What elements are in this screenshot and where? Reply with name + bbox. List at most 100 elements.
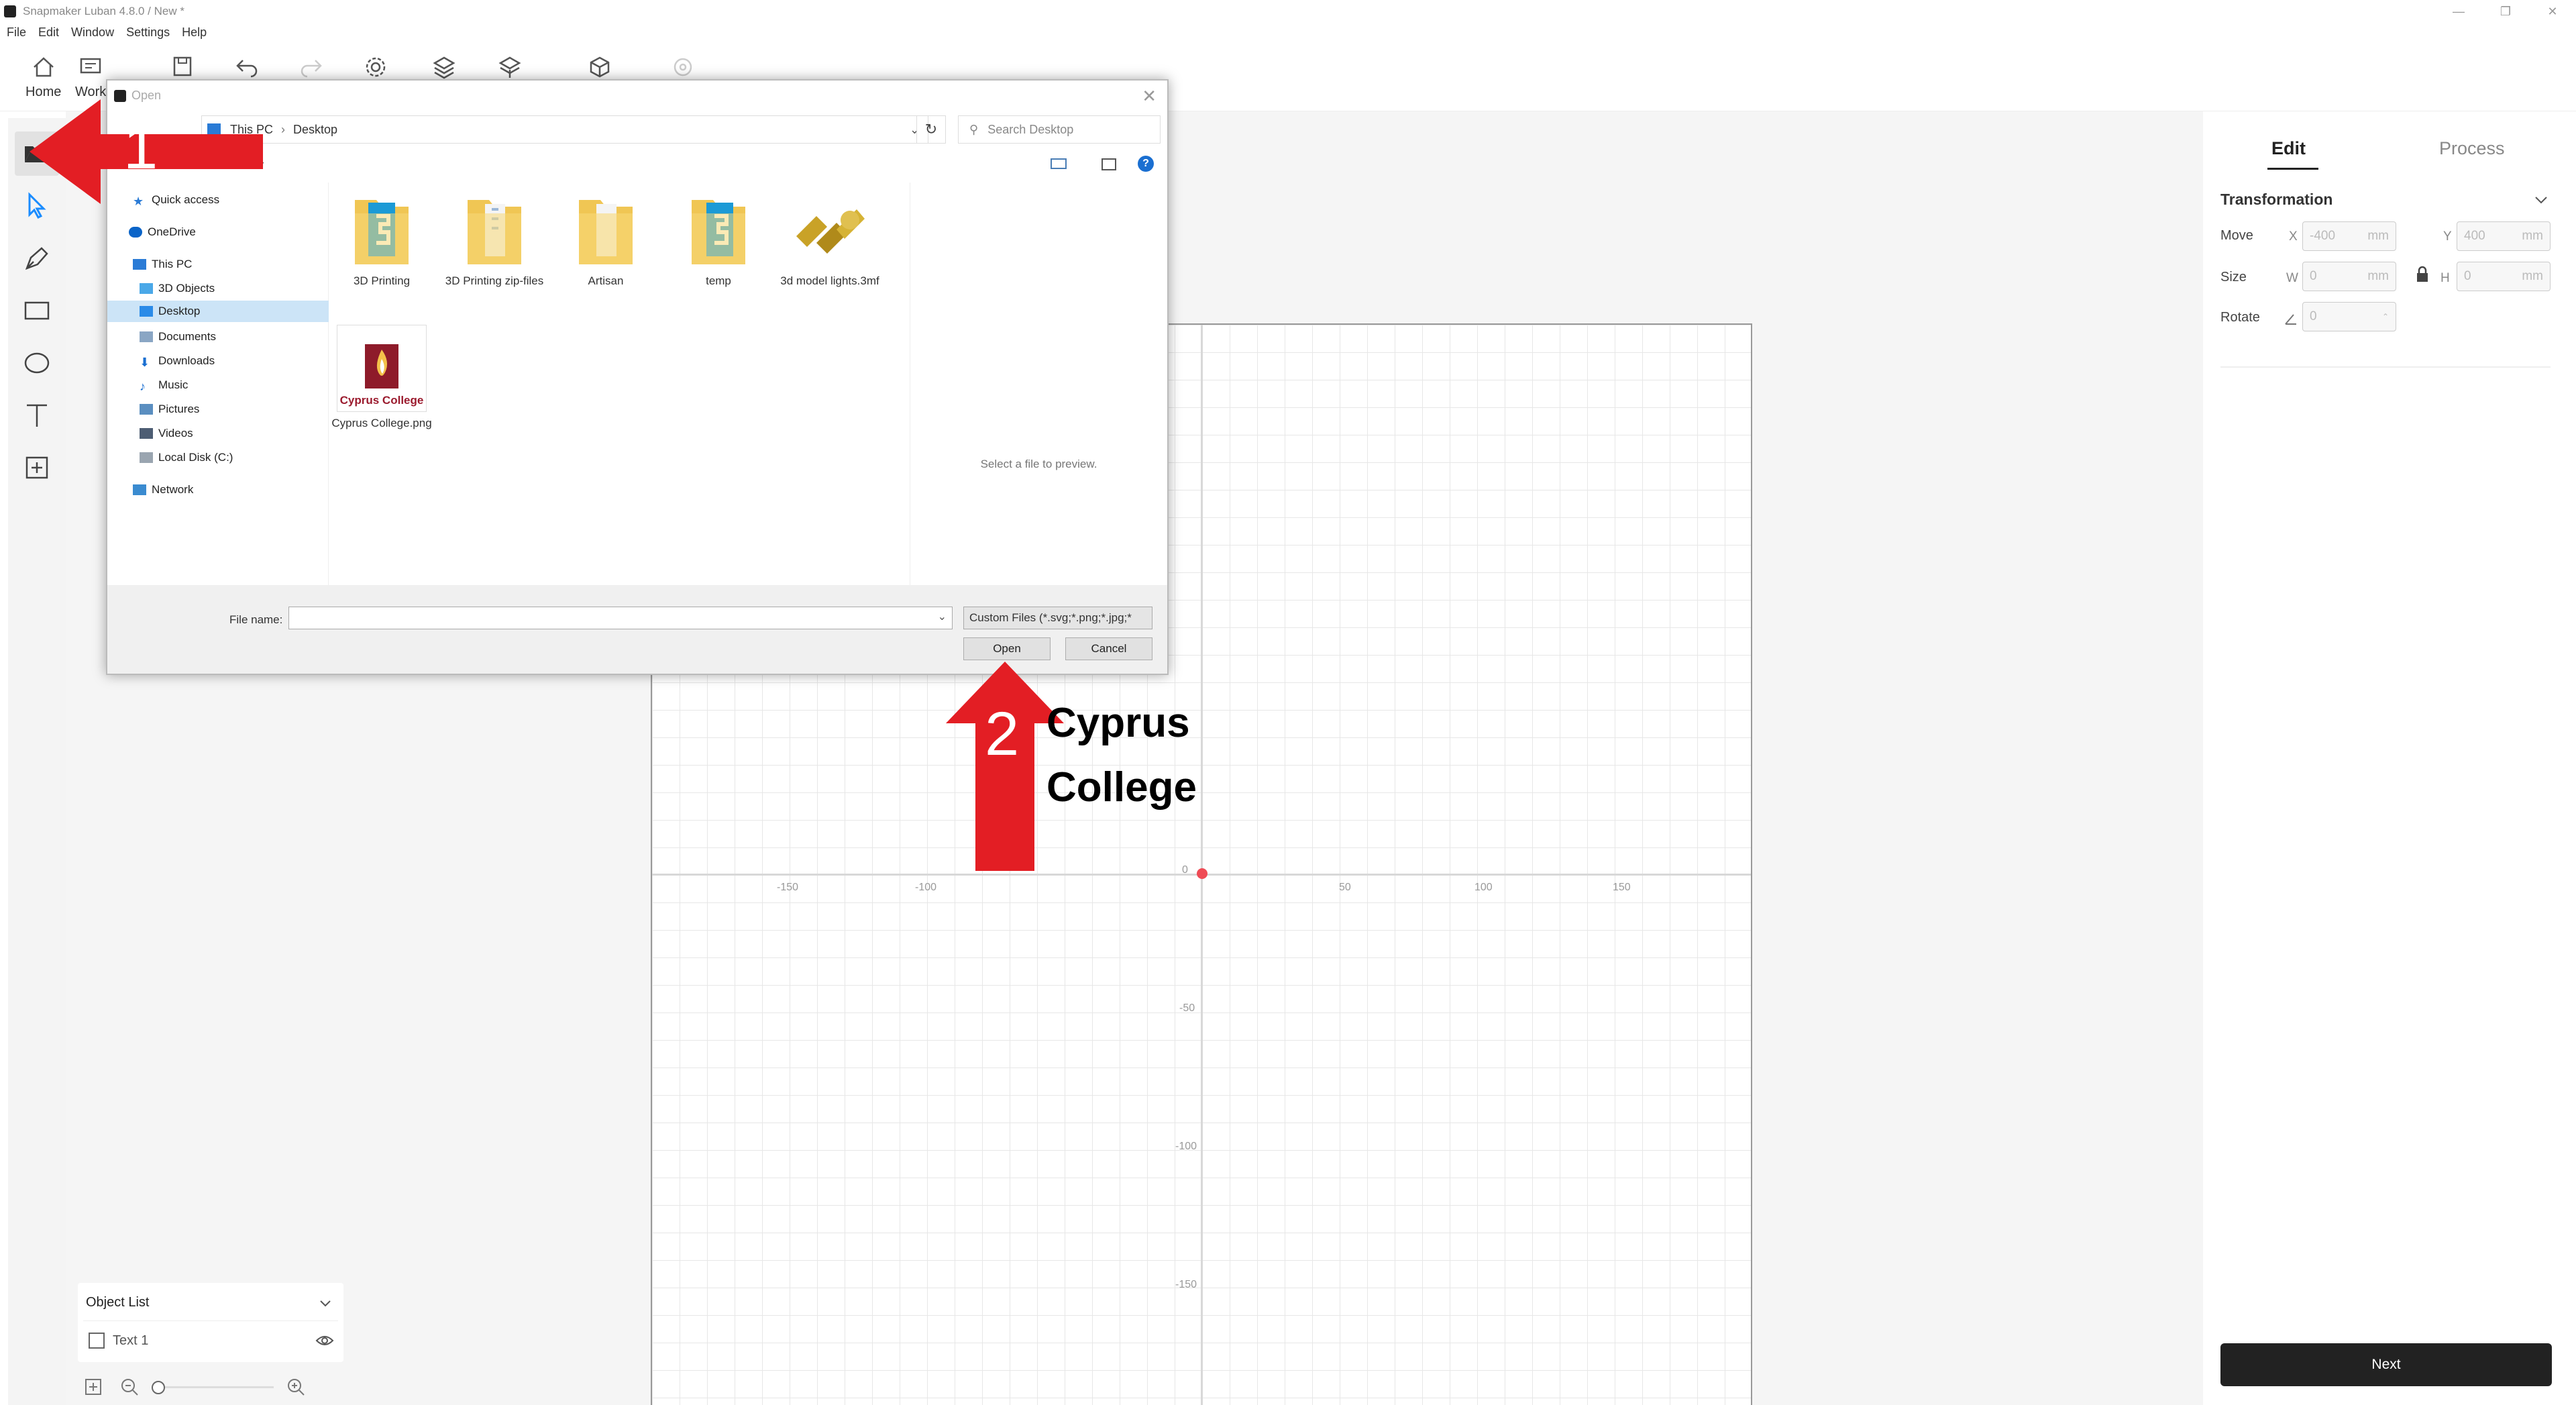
tab-edit[interactable]: Edit xyxy=(2271,138,2306,159)
dialog-footer: File name: ⌄ Custom Files (*.svg;*.png;*… xyxy=(107,585,1167,674)
dialog-title: Open xyxy=(131,89,162,102)
nav-local-disk[interactable]: Local Disk (C:) xyxy=(140,451,233,464)
rectangle-tool[interactable] xyxy=(15,289,59,333)
maximize-button[interactable]: ❐ xyxy=(2482,0,2529,23)
origin-marker xyxy=(1197,868,1208,879)
eye-icon[interactable] xyxy=(315,1333,334,1349)
select-tool[interactable] xyxy=(15,184,59,228)
breadcrumb-desktop[interactable]: Desktop xyxy=(293,123,337,137)
file-item-3d-printing[interactable]: 3D Printing xyxy=(331,189,432,289)
menu-help[interactable]: Help xyxy=(182,25,207,40)
nav-downloads[interactable]: ⬇ Downloads xyxy=(140,354,215,369)
nav-network[interactable]: Network xyxy=(133,483,193,497)
size-h-value: 0 xyxy=(2464,269,2471,283)
folder-icon xyxy=(692,200,745,264)
file-item-3d-model-lights[interactable]: 3d model lights.3mf xyxy=(780,189,880,289)
zoom-out-icon[interactable] xyxy=(119,1377,140,1397)
undo-button[interactable] xyxy=(233,54,260,81)
nav-pictures[interactable]: Pictures xyxy=(140,403,199,416)
nav-videos[interactable]: Videos xyxy=(140,427,193,440)
menu-window[interactable]: Window xyxy=(71,25,114,40)
folder-open-icon xyxy=(25,146,50,162)
settings-button[interactable] xyxy=(362,54,389,81)
file-item-3d-printing-zip[interactable]: 3D Printing zip-files xyxy=(444,189,545,289)
nav-documents[interactable]: Documents xyxy=(140,330,216,344)
zoom-slider-handle[interactable] xyxy=(152,1381,165,1394)
list-item[interactable]: Text 1 xyxy=(87,1331,148,1350)
nav-desktop[interactable]: Desktop xyxy=(107,301,329,322)
chevron-down-icon[interactable] xyxy=(2533,192,2549,208)
rotate-value: 0 xyxy=(2310,309,2317,323)
file-name: 3d model lights.3mf xyxy=(780,274,879,287)
nav-3d-objects[interactable]: 3D Objects xyxy=(140,282,215,295)
layers-up-button[interactable] xyxy=(431,54,458,81)
layers-up-icon xyxy=(433,56,455,79)
dialog-close-button[interactable]: ✕ xyxy=(1142,86,1157,107)
tab-process[interactable]: Process xyxy=(2439,138,2505,159)
move-y-value: 400 xyxy=(2464,229,2485,243)
menu-file[interactable]: File xyxy=(7,25,26,40)
workspace-label: Work xyxy=(75,85,107,99)
zoom-slider[interactable] xyxy=(153,1386,274,1388)
pen-tool[interactable] xyxy=(15,236,59,280)
open-file-tool[interactable] xyxy=(15,132,59,176)
cancel-button[interactable]: Cancel xyxy=(1065,637,1152,660)
preview-pane-icon[interactable] xyxy=(1102,158,1116,170)
3d-model-thumbnail-icon xyxy=(796,209,865,254)
file-item-cyprus-college[interactable]: Cyprus College Cyprus College.png xyxy=(331,325,432,431)
workspace-button[interactable]: Work xyxy=(75,54,106,100)
home-button[interactable]: Home xyxy=(25,54,61,100)
folder-icon xyxy=(355,200,409,264)
object-list-panel: Object List Text 1 xyxy=(78,1283,343,1362)
size-h-input[interactable]: 0 mm xyxy=(2457,262,2551,291)
group-button[interactable] xyxy=(586,54,613,81)
refresh-button[interactable]: ↻ xyxy=(916,115,946,144)
close-window-button[interactable]: ✕ xyxy=(2529,0,2576,23)
new-folder-button[interactable]: er xyxy=(254,158,264,172)
lock-icon[interactable] xyxy=(2415,266,2430,283)
help-icon[interactable]: ? xyxy=(1138,156,1154,172)
breadcrumb-this-pc[interactable]: This PC xyxy=(230,123,273,137)
nav-label: Local Disk (C:) xyxy=(158,451,233,464)
text-object-icon xyxy=(89,1333,105,1349)
file-type-select[interactable]: Custom Files (*.svg;*.png;*.jpg;* xyxy=(963,607,1152,629)
move-x-input[interactable]: -400 mm xyxy=(2302,221,2396,251)
file-item-temp[interactable]: temp xyxy=(668,189,769,289)
active-tab-indicator xyxy=(2267,168,2318,170)
file-name-input[interactable]: ⌄ xyxy=(288,607,953,629)
chevron-down-icon[interactable] xyxy=(318,1296,333,1311)
view-options-icon[interactable] xyxy=(1051,158,1067,169)
caption-line-2: College xyxy=(1046,764,1197,811)
size-w-input[interactable]: 0 mm xyxy=(2302,262,2396,291)
chevron-down-icon[interactable]: ⌄ xyxy=(938,610,947,623)
move-y-input[interactable]: 400 mm xyxy=(2457,221,2551,251)
search-input[interactable]: ⚲ Search Desktop xyxy=(958,115,1161,144)
nav-onedrive[interactable]: OneDrive xyxy=(129,225,196,239)
minimize-button[interactable]: — xyxy=(2435,0,2482,23)
home-label: Home xyxy=(25,85,62,99)
disabled-tool-button[interactable] xyxy=(669,54,696,81)
save-button[interactable] xyxy=(169,54,196,81)
nav-this-pc[interactable]: This PC xyxy=(133,258,192,271)
layers-down-button[interactable] xyxy=(496,54,523,81)
gear-icon xyxy=(366,57,386,77)
ellipse-tool[interactable] xyxy=(15,341,59,385)
add-shape-tool[interactable] xyxy=(15,446,59,490)
step-number-2: 2 xyxy=(985,700,1020,768)
menu-edit[interactable]: Edit xyxy=(38,25,59,40)
address-bar[interactable]: This PC › Desktop ⌄ xyxy=(201,115,928,144)
file-item-artisan[interactable]: Artisan xyxy=(555,189,656,289)
nav-quick-access[interactable]: ★ Quick access xyxy=(133,193,219,208)
redo-button[interactable] xyxy=(298,54,325,81)
open-button[interactable]: Open xyxy=(963,637,1051,660)
right-panel: Edit Process Transformation Move X -400 … xyxy=(2203,118,2568,1320)
fit-view-icon[interactable] xyxy=(83,1377,103,1397)
nav-label: 3D Objects xyxy=(158,282,215,295)
zoom-in-icon[interactable] xyxy=(286,1377,306,1397)
text-tool[interactable] xyxy=(15,393,59,437)
nav-music[interactable]: ♪ Music xyxy=(140,378,188,393)
rotate-input[interactable]: 0 ⌃ xyxy=(2302,302,2396,331)
next-button[interactable]: Next xyxy=(2220,1343,2552,1386)
menu-settings[interactable]: Settings xyxy=(126,25,170,40)
caption-line-1: Cyprus xyxy=(1046,700,1190,746)
